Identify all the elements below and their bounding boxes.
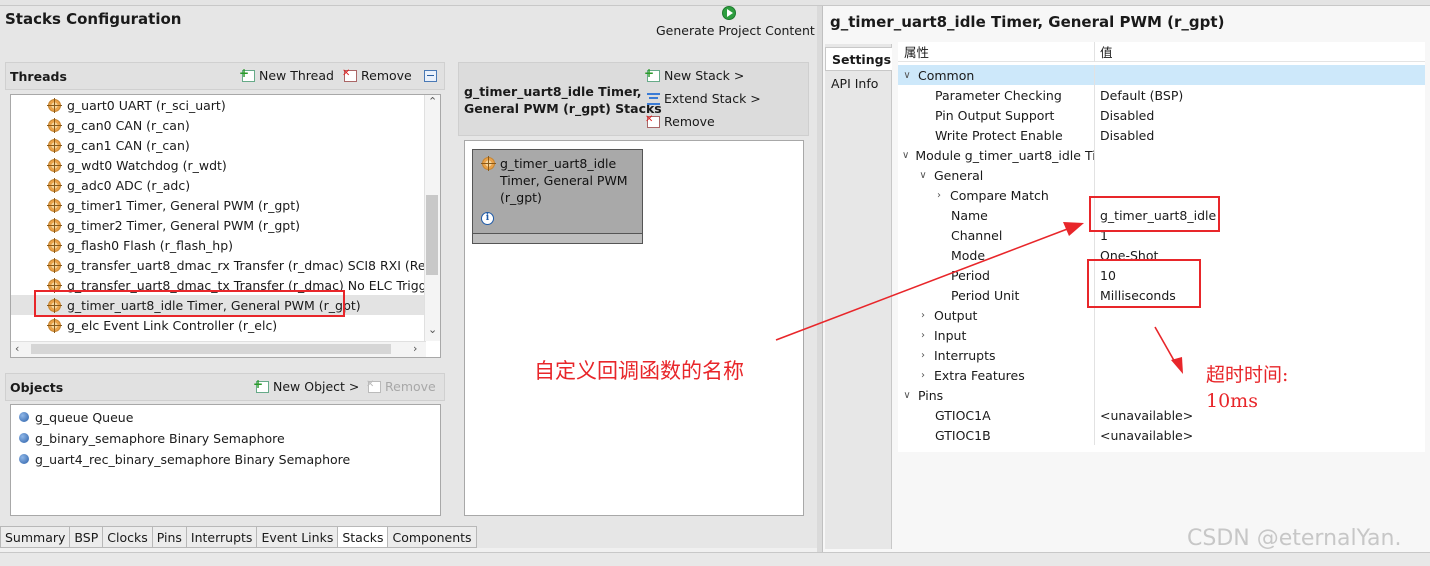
timeout-arrow-head [1171, 357, 1183, 374]
timeout-annotation-line1: 超时时间: [1206, 364, 1289, 386]
watermark: CSDN @eternalYan. [1187, 526, 1402, 551]
callback-arrow-head [1063, 222, 1084, 236]
callback-arrow-line [775, 227, 1071, 341]
timeout-annotation: 超时时间: 10ms [1206, 362, 1288, 414]
timeout-annotation-line2: 10ms [1206, 390, 1258, 412]
timeout-arrow-line [1154, 326, 1177, 365]
callback-name-annotation: 自定义回调函数的名称 [534, 359, 744, 383]
annotation-arrows [775, 222, 1183, 374]
